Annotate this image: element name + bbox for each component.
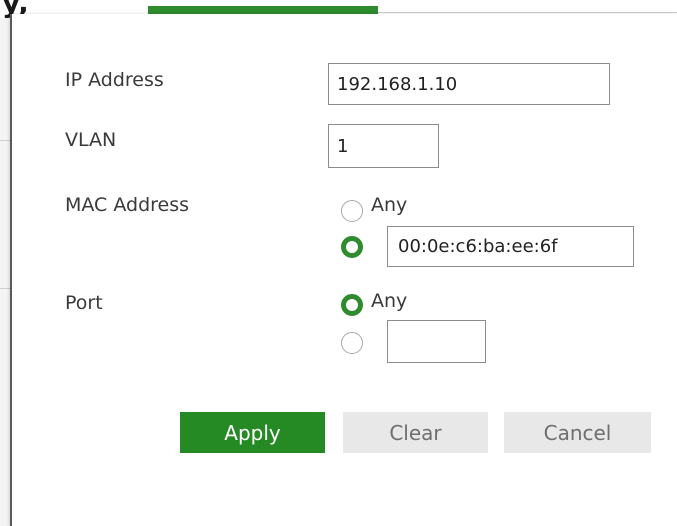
vlan-label: VLAN — [65, 129, 117, 151]
mac-address-label: MAC Address — [65, 194, 190, 216]
background-page-edge — [0, 18, 10, 526]
mac-address-input[interactable] — [387, 226, 634, 267]
ip-address-input[interactable] — [328, 63, 610, 105]
apply-button[interactable]: Apply — [180, 412, 325, 453]
port-any-radio[interactable] — [341, 294, 363, 316]
port-label: Port — [65, 292, 103, 314]
cancel-button[interactable]: Cancel — [504, 412, 651, 453]
vlan-input[interactable] — [328, 124, 439, 168]
background-row-divider — [0, 140, 10, 141]
mac-specific-radio[interactable] — [341, 236, 363, 258]
port-any-label: Any — [371, 290, 408, 312]
background-divider — [378, 12, 677, 13]
mac-any-radio[interactable] — [341, 200, 363, 222]
mac-any-label: Any — [371, 194, 408, 216]
add-entry-dialog: IP Address VLAN MAC Address Any Port Any… — [10, 14, 677, 526]
port-input[interactable] — [387, 320, 486, 363]
clear-button[interactable]: Clear — [343, 412, 488, 453]
ip-address-label: IP Address — [65, 69, 164, 91]
port-specific-radio[interactable] — [341, 332, 363, 354]
background-active-tab — [148, 6, 378, 14]
background-row-divider — [0, 288, 10, 289]
